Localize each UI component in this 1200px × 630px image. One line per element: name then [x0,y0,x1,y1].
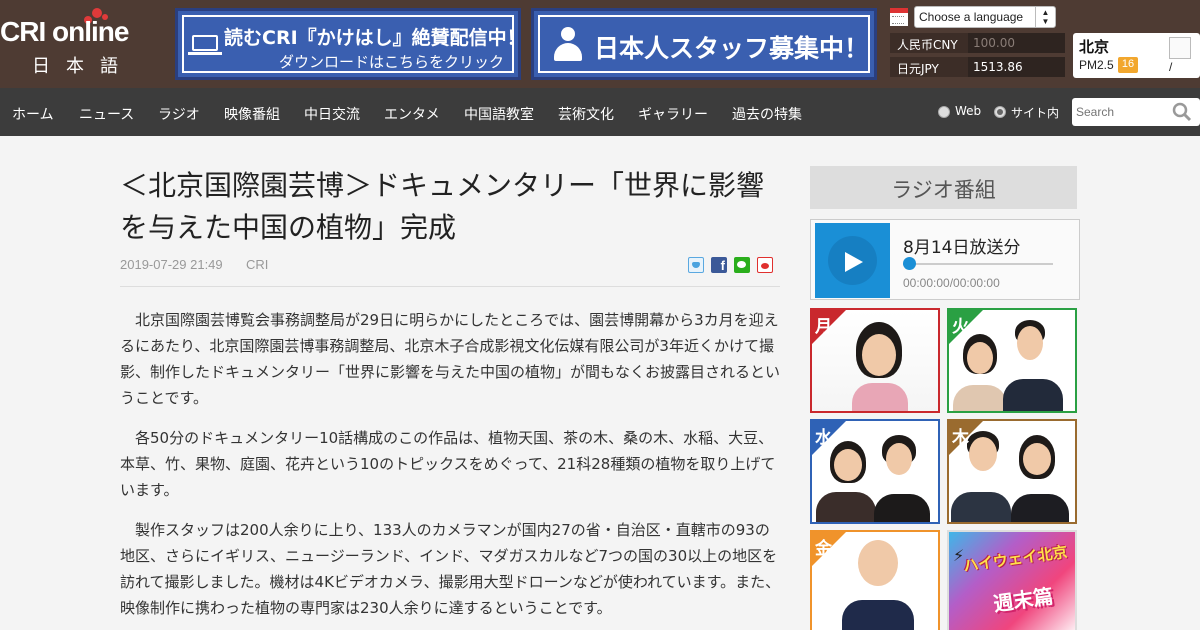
weekend-subtitle: 週末篇 [991,583,1055,617]
program-monday[interactable]: 月 [810,308,940,413]
program-friday[interactable]: 金 [810,530,940,630]
weather-widget[interactable]: 北京 PM2.5 16 / [1073,33,1200,78]
search-icon[interactable] [1172,102,1192,122]
nav-exchange[interactable]: 中日交流 [304,104,360,124]
select-arrows-icon: ▲ ▼ [1035,7,1055,27]
logo-text: CRI online [0,16,129,47]
day-label: 木 [952,428,969,448]
article-date: 2019-07-29 21:49 [120,257,223,272]
program-thursday[interactable]: 木 [947,419,1077,524]
kakehashi-banner[interactable]: 読むCRI『かけはし』絶賛配信中！ ダウンロードはこちらをクリック [175,8,526,80]
currency-label: 日元JPY [897,62,939,76]
facebook-icon[interactable]: f [711,257,727,273]
nav-radio[interactable]: ラジオ [158,104,200,124]
nav-entertainment[interactable]: エンタメ [384,104,440,124]
radio-site[interactable] [994,106,1006,118]
playback-time: 00:00:00/00:00:00 [903,276,1000,290]
currency-input[interactable]: 100.00 [968,33,1065,53]
program-weekend[interactable]: ⚡ ハイウェイ北京 週末篇 [947,530,1077,630]
main-nav: ホーム ニュース ラジオ 映像番組 中日交流 エンタメ 中国語教室 芸術文化 ギ… [0,88,1200,136]
progress-handle[interactable] [903,257,916,270]
host-portrait [1023,443,1051,475]
day-label: 水 [815,428,832,448]
divider [120,286,780,287]
host-portrait [1017,326,1043,360]
progress-track[interactable] [903,263,1053,265]
day-label: 金 [815,539,832,559]
rate-cny: 人民币CNY 100.00 [890,33,1065,53]
radio-site-label: サイト内 [1011,106,1060,120]
language-select-value: Choose a language [919,10,1024,24]
weather-temp: / [1169,60,1173,74]
nav-home[interactable]: ホーム [12,104,54,124]
program-tuesday[interactable]: 火 [947,308,1077,413]
wechat-icon[interactable] [734,257,750,273]
pm25-label: PM2.5 [1079,58,1114,72]
search-box [1072,98,1200,126]
site-logo[interactable]: CRI online 日本語 [0,6,160,82]
nav-news[interactable]: ニュース [79,104,134,124]
twitter-icon[interactable] [688,257,704,273]
currency-label: 人民币CNY [897,38,958,52]
host-portrait [886,443,912,475]
pm25-value: 16 [1118,57,1138,73]
radio-section-heading[interactable]: ラジオ番組 [810,166,1077,209]
nav-chinese-class[interactable]: 中国語教室 [464,104,534,124]
banner-subtitle: ダウンロードはこちらをクリック [278,53,504,71]
article-paragraph: 各50分のドキュメンタリー10話構成のこの作品は、植物天国、茶の木、桑の木、水稲… [120,429,776,499]
calendar-icon[interactable] [890,8,908,26]
logo-subtitle: 日本語 [32,56,134,77]
nav-past-features[interactable]: 過去の特集 [732,104,802,124]
person-icon [552,25,584,65]
nav-video[interactable]: 映像番組 [224,104,280,124]
currency-value: 1513.86 [968,57,1065,77]
audio-player: 8月14日放送分 00:00:00/00:00:00 [810,219,1080,300]
laptop-icon [188,35,222,55]
day-label: 月 [815,317,832,337]
language-select[interactable]: Choose a language ▲ ▼ [914,6,1056,28]
weekend-title: ハイウェイ北京 [962,542,1069,576]
radio-web[interactable] [938,106,950,118]
article-paragraph: 北京国際園芸博覧会事務調整局が29日に明らかにしたところでは、園芸博開幕から3カ… [120,311,781,407]
weather-image-icon [1169,37,1191,59]
top-header: CRI online 日本語 読むCRI『かけはし』絶賛配信中！ ダウンロードは… [0,0,1200,88]
banner-title: 日本人スタッフ募集中！ [594,34,870,63]
play-icon [845,252,863,272]
search-input[interactable] [1072,98,1168,126]
day-label: 火 [952,317,969,337]
nav-culture[interactable]: 芸術文化 [558,104,614,124]
article-title: ＜北京国際園芸博＞ドキュメンタリー「世界に影響を与えた中国の植物」完成 [120,169,765,244]
host-portrait [858,540,898,586]
host-portrait [862,334,896,376]
weibo-icon[interactable] [757,257,773,273]
nav-gallery[interactable]: ギャラリー [638,104,708,124]
banner-title: 読むCRI『かけはし』絶賛配信中！ [224,27,526,49]
article-paragraph: 製作スタッフは200人余りに上り、133人のカメラマンが国内27の省・自治区・直… [120,521,781,617]
weather-city: 北京 [1079,38,1110,56]
play-button[interactable] [815,223,890,298]
episode-title: 8月14日放送分 [903,238,1021,258]
rate-jpy: 日元JPY 1513.86 [890,57,1065,77]
radio-web-label: Web [955,104,982,118]
program-wednesday[interactable]: 水 [810,419,940,524]
staff-recruit-banner[interactable]: 日本人スタッフ募集中！ [531,8,877,80]
host-portrait [967,342,993,374]
article-source: CRI [246,257,269,272]
